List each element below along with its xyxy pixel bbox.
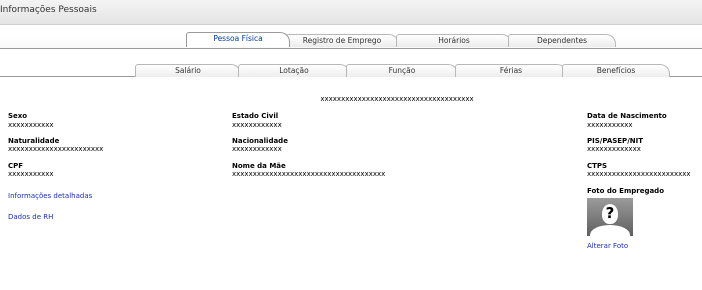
cpf-label: CPF	[8, 162, 24, 170]
tab-pessoa-fisica[interactable]: Pessoa Física	[186, 32, 290, 47]
naturalidade-value: xxxxxxxxxxxxxxxxxxxxxxx	[8, 145, 104, 153]
ctps-label: CTPS	[587, 162, 608, 170]
pis-pasep-value: xxxxxxxxxxxxx	[587, 145, 641, 153]
tab-lotacao[interactable]: Lotação	[238, 64, 350, 77]
cpf-value: xxxxxxxxxxx	[8, 170, 54, 178]
sexo-label: Sexo	[8, 112, 28, 120]
tab-dependentes[interactable]: Dependentes	[508, 34, 616, 47]
estado-civil-label: Estado Civil	[232, 112, 279, 120]
nacionalidade-value: xxxxxxxxxxxx	[232, 145, 282, 153]
pis-pasep-label: PIS/PASEP/NIT	[587, 137, 643, 145]
sexo-value: xxxxxxxxxxx	[8, 121, 54, 129]
tab-ferias[interactable]: Férias	[455, 64, 567, 77]
tab-horarios[interactable]: Horários	[396, 34, 512, 47]
window-title: Informações Pessoais	[0, 5, 97, 15]
nome-da-mae-label: Nome da Mãe	[232, 162, 286, 170]
tab-registro-de-emprego[interactable]: Registro de Emprego	[285, 34, 399, 47]
tab-funcao[interactable]: Função	[346, 64, 458, 77]
employee-full-name: xxxxxxxxxxxxxxxxxxxxxxxxxxxxxxxxxxxxx	[320, 95, 474, 103]
alterar-foto-link[interactable]: Alterar Foto	[587, 242, 628, 250]
data-nascimento-value: xxxxxxxxxxx	[587, 121, 633, 129]
nome-da-mae-value: xxxxxxxxxxxxxxxxxxxxxxxxxxxxxxxxxxxxx	[232, 170, 386, 178]
dados-de-rh-link[interactable]: Dados de RH	[8, 213, 53, 221]
primary-tab-bar: Pessoa Física Registro de Emprego Horári…	[0, 32, 702, 49]
person-shoulders-icon	[590, 225, 630, 236]
nacionalidade-label: Nacionalidade	[232, 137, 288, 145]
employee-photo-placeholder: ?	[587, 198, 633, 236]
foto-empregado-label: Foto do Empregado	[587, 187, 664, 195]
tab-salario[interactable]: Salário	[135, 64, 241, 77]
question-mark-icon: ?	[605, 204, 615, 222]
window-titlebar: Informações Pessoais	[0, 0, 702, 25]
ctps-value: xxxxxxxxxxxxxxxxxxxxxxxxx	[587, 170, 691, 178]
estado-civil-value: xxxxxxxxxxxx	[232, 121, 282, 129]
naturalidade-label: Naturalidade	[8, 137, 60, 145]
secondary-tab-bar: Salário Lotação Função Férias Benefícios	[0, 63, 702, 77]
tab-beneficios[interactable]: Benefícios	[562, 64, 670, 77]
informacoes-detalhadas-link[interactable]: Informações detalhadas	[8, 192, 92, 200]
data-nascimento-label: Data de Nascimento	[587, 112, 667, 120]
